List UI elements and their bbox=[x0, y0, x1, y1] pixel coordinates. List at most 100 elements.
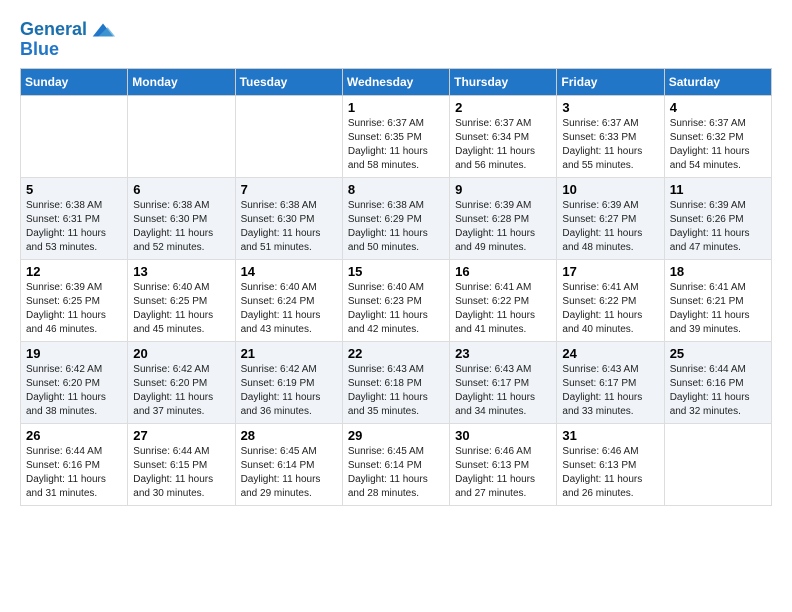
calendar-cell: 30Sunrise: 6:46 AM Sunset: 6:13 PM Dayli… bbox=[450, 423, 557, 505]
weekday-row: SundayMondayTuesdayWednesdayThursdayFrid… bbox=[21, 68, 772, 95]
calendar-cell: 6 Sunrise: 6:38 AM Sunset: 6:30 PM Daylig… bbox=[128, 177, 235, 259]
calendar-cell: 13 Sunrise: 6:40 AM Sunset: 6:25 PM Dayli… bbox=[128, 259, 235, 341]
logo: General Blue bbox=[20, 16, 117, 60]
calendar-cell: 31Sunrise: 6:46 AM Sunset: 6:13 PM Dayli… bbox=[557, 423, 664, 505]
day-info: Sunrise: 6:37 AM Sunset: 6:35 PM Dayligh… bbox=[348, 117, 444, 173]
calendar-cell: 25Sunrise: 6:44 AM Sunset: 6:16 PM Dayli… bbox=[664, 341, 771, 423]
day-number: 3 bbox=[562, 100, 658, 115]
day-info: Sunrise: 6:39 AM Sunset: 6:25 PM Dayligh… bbox=[26, 281, 122, 337]
calendar-cell: 9Sunrise: 6:39 AM Sunset: 6:28 PM Daylig… bbox=[450, 177, 557, 259]
day-number: 8 bbox=[348, 182, 444, 197]
day-info: Sunrise: 6:40 AM Sunset: 6:23 PM Dayligh… bbox=[348, 281, 444, 337]
calendar-week-row: 19 Sunrise: 6:42 AM Sunset: 6:20 PM Dayli… bbox=[21, 341, 772, 423]
day-info: Sunrise: 6:45 AM Sunset: 6:14 PM Dayligh… bbox=[348, 445, 444, 501]
calendar-cell: 12 Sunrise: 6:39 AM Sunset: 6:25 PM Dayli… bbox=[21, 259, 128, 341]
day-number: 21 bbox=[241, 346, 337, 361]
day-info: Sunrise: 6:43 AM Sunset: 6:17 PM Dayligh… bbox=[455, 363, 551, 419]
day-info: Sunrise: 6:38 AM Sunset: 6:30 PM Dayligh… bbox=[241, 199, 337, 255]
day-number: 6 bbox=[133, 182, 229, 197]
calendar-cell: 1 Sunrise: 6:37 AM Sunset: 6:35 PM Daylig… bbox=[342, 95, 449, 177]
day-number: 17 bbox=[562, 264, 658, 279]
day-number: 18 bbox=[670, 264, 766, 279]
calendar-cell: 28 Sunrise: 6:45 AM Sunset: 6:14 PM Dayli… bbox=[235, 423, 342, 505]
day-number: 7 bbox=[241, 182, 337, 197]
day-number: 15 bbox=[348, 264, 444, 279]
calendar-cell bbox=[21, 95, 128, 177]
calendar-cell: 11Sunrise: 6:39 AM Sunset: 6:26 PM Dayli… bbox=[664, 177, 771, 259]
day-number: 13 bbox=[133, 264, 229, 279]
day-number: 4 bbox=[670, 100, 766, 115]
calendar-cell: 2Sunrise: 6:37 AM Sunset: 6:34 PM Daylig… bbox=[450, 95, 557, 177]
page-header: General Blue bbox=[20, 16, 772, 60]
calendar-week-row: 5 Sunrise: 6:38 AM Sunset: 6:31 PM Daylig… bbox=[21, 177, 772, 259]
calendar-cell: 29 Sunrise: 6:45 AM Sunset: 6:14 PM Dayli… bbox=[342, 423, 449, 505]
day-info: Sunrise: 6:44 AM Sunset: 6:15 PM Dayligh… bbox=[133, 445, 229, 501]
day-info: Sunrise: 6:37 AM Sunset: 6:33 PM Dayligh… bbox=[562, 117, 658, 173]
day-info: Sunrise: 6:41 AM Sunset: 6:21 PM Dayligh… bbox=[670, 281, 766, 337]
calendar-cell: 3 Sunrise: 6:37 AM Sunset: 6:33 PM Daylig… bbox=[557, 95, 664, 177]
day-number: 19 bbox=[26, 346, 122, 361]
weekday-header: Wednesday bbox=[342, 68, 449, 95]
calendar-cell: 23Sunrise: 6:43 AM Sunset: 6:17 PM Dayli… bbox=[450, 341, 557, 423]
calendar-cell: 15 Sunrise: 6:40 AM Sunset: 6:23 PM Dayli… bbox=[342, 259, 449, 341]
weekday-header: Thursday bbox=[450, 68, 557, 95]
weekday-header: Tuesday bbox=[235, 68, 342, 95]
day-number: 1 bbox=[348, 100, 444, 115]
day-number: 31 bbox=[562, 428, 658, 443]
day-info: Sunrise: 6:39 AM Sunset: 6:26 PM Dayligh… bbox=[670, 199, 766, 255]
calendar-header: SundayMondayTuesdayWednesdayThursdayFrid… bbox=[21, 68, 772, 95]
day-info: Sunrise: 6:42 AM Sunset: 6:19 PM Dayligh… bbox=[241, 363, 337, 419]
day-number: 16 bbox=[455, 264, 551, 279]
calendar-cell bbox=[128, 95, 235, 177]
calendar-cell: 8 Sunrise: 6:38 AM Sunset: 6:29 PM Daylig… bbox=[342, 177, 449, 259]
weekday-header: Saturday bbox=[664, 68, 771, 95]
calendar-cell: 19 Sunrise: 6:42 AM Sunset: 6:20 PM Dayli… bbox=[21, 341, 128, 423]
calendar-week-row: 1 Sunrise: 6:37 AM Sunset: 6:35 PM Daylig… bbox=[21, 95, 772, 177]
calendar-cell: 26 Sunrise: 6:44 AM Sunset: 6:16 PM Dayli… bbox=[21, 423, 128, 505]
day-info: Sunrise: 6:41 AM Sunset: 6:22 PM Dayligh… bbox=[562, 281, 658, 337]
calendar-week-row: 26 Sunrise: 6:44 AM Sunset: 6:16 PM Dayli… bbox=[21, 423, 772, 505]
day-number: 26 bbox=[26, 428, 122, 443]
calendar-cell: 22 Sunrise: 6:43 AM Sunset: 6:18 PM Dayli… bbox=[342, 341, 449, 423]
calendar-cell: 24 Sunrise: 6:43 AM Sunset: 6:17 PM Dayli… bbox=[557, 341, 664, 423]
weekday-header: Sunday bbox=[21, 68, 128, 95]
weekday-header: Monday bbox=[128, 68, 235, 95]
day-info: Sunrise: 6:39 AM Sunset: 6:27 PM Dayligh… bbox=[562, 199, 658, 255]
day-info: Sunrise: 6:38 AM Sunset: 6:29 PM Dayligh… bbox=[348, 199, 444, 255]
day-info: Sunrise: 6:43 AM Sunset: 6:18 PM Dayligh… bbox=[348, 363, 444, 419]
calendar-week-row: 12 Sunrise: 6:39 AM Sunset: 6:25 PM Dayli… bbox=[21, 259, 772, 341]
day-info: Sunrise: 6:38 AM Sunset: 6:31 PM Dayligh… bbox=[26, 199, 122, 255]
calendar-body: 1 Sunrise: 6:37 AM Sunset: 6:35 PM Daylig… bbox=[21, 95, 772, 505]
calendar-cell: 10 Sunrise: 6:39 AM Sunset: 6:27 PM Dayli… bbox=[557, 177, 664, 259]
day-info: Sunrise: 6:41 AM Sunset: 6:22 PM Dayligh… bbox=[455, 281, 551, 337]
day-number: 24 bbox=[562, 346, 658, 361]
calendar-cell: 5 Sunrise: 6:38 AM Sunset: 6:31 PM Daylig… bbox=[21, 177, 128, 259]
day-number: 5 bbox=[26, 182, 122, 197]
day-info: Sunrise: 6:42 AM Sunset: 6:20 PM Dayligh… bbox=[26, 363, 122, 419]
calendar-cell bbox=[235, 95, 342, 177]
day-info: Sunrise: 6:40 AM Sunset: 6:25 PM Dayligh… bbox=[133, 281, 229, 337]
day-info: Sunrise: 6:43 AM Sunset: 6:17 PM Dayligh… bbox=[562, 363, 658, 419]
day-number: 9 bbox=[455, 182, 551, 197]
calendar-cell: 7 Sunrise: 6:38 AM Sunset: 6:30 PM Daylig… bbox=[235, 177, 342, 259]
logo-text: General bbox=[20, 20, 87, 40]
day-number: 12 bbox=[26, 264, 122, 279]
calendar-cell: 4 Sunrise: 6:37 AM Sunset: 6:32 PM Daylig… bbox=[664, 95, 771, 177]
day-info: Sunrise: 6:37 AM Sunset: 6:32 PM Dayligh… bbox=[670, 117, 766, 173]
day-info: Sunrise: 6:44 AM Sunset: 6:16 PM Dayligh… bbox=[26, 445, 122, 501]
calendar-cell: 20Sunrise: 6:42 AM Sunset: 6:20 PM Dayli… bbox=[128, 341, 235, 423]
day-number: 2 bbox=[455, 100, 551, 115]
day-number: 14 bbox=[241, 264, 337, 279]
day-number: 20 bbox=[133, 346, 229, 361]
calendar-cell: 21 Sunrise: 6:42 AM Sunset: 6:19 PM Dayli… bbox=[235, 341, 342, 423]
day-info: Sunrise: 6:38 AM Sunset: 6:30 PM Dayligh… bbox=[133, 199, 229, 255]
day-number: 22 bbox=[348, 346, 444, 361]
calendar-cell: 27Sunrise: 6:44 AM Sunset: 6:15 PM Dayli… bbox=[128, 423, 235, 505]
day-number: 10 bbox=[562, 182, 658, 197]
weekday-header: Friday bbox=[557, 68, 664, 95]
calendar-cell: 17 Sunrise: 6:41 AM Sunset: 6:22 PM Dayli… bbox=[557, 259, 664, 341]
day-number: 28 bbox=[241, 428, 337, 443]
calendar-table: SundayMondayTuesdayWednesdayThursdayFrid… bbox=[20, 68, 772, 506]
day-info: Sunrise: 6:45 AM Sunset: 6:14 PM Dayligh… bbox=[241, 445, 337, 501]
day-number: 29 bbox=[348, 428, 444, 443]
